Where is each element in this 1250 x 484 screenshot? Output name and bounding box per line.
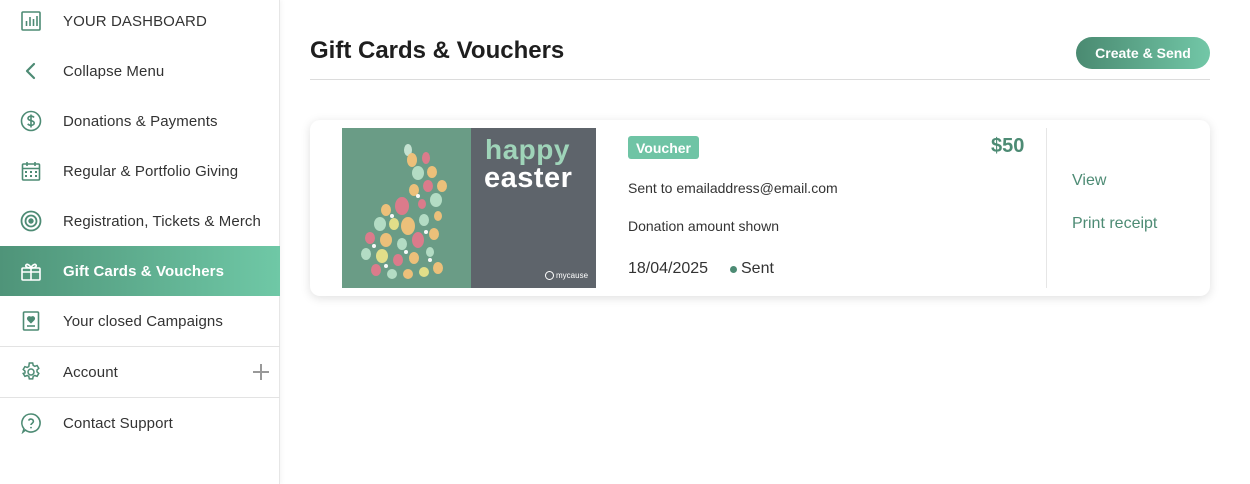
page-title: Gift Cards & Vouchers (310, 37, 565, 64)
status-dot-icon (730, 265, 737, 273)
view-link[interactable]: View (1072, 172, 1106, 190)
bar-chart-icon (20, 10, 42, 32)
voucher-amount: $50 (991, 135, 1025, 157)
sidebar-item-label: Your closed Campaigns (63, 312, 223, 330)
calendar-icon (20, 160, 42, 182)
voucher-image-art-panel (342, 128, 471, 288)
expand-plus-icon[interactable] (252, 363, 270, 381)
sent-to-line: Sent to emailaddress@email.com (628, 180, 838, 196)
voucher-image[interactable]: happy easter mycause (342, 128, 596, 288)
recipient-email: emailaddress@email.com (676, 180, 838, 196)
sidebar-item-registration-tickets-merch[interactable]: Registration, Tickets & Merch (0, 196, 280, 246)
sidebar-item-regular-portfolio-giving[interactable]: Regular & Portfolio Giving (0, 146, 280, 196)
sidebar-item-label: Regular & Portfolio Giving (63, 162, 239, 180)
donation-note: Donation amount shown (628, 218, 779, 234)
title-divider (310, 79, 1210, 80)
brand-logo: mycause (545, 271, 588, 280)
sent-to-label: Sent to (628, 180, 673, 196)
sidebar-item-label: Registration, Tickets & Merch (63, 212, 261, 230)
easter-bunny-eggs-icon (361, 144, 447, 279)
dollar-circle-icon (20, 110, 42, 132)
sidebar-item-closed-campaigns[interactable]: Your closed Campaigns (0, 296, 280, 346)
brand-logo-icon (545, 271, 554, 280)
sent-date: 18/04/2025 (628, 260, 709, 277)
sidebar-item-gift-cards-vouchers[interactable]: Gift Cards & Vouchers (0, 246, 280, 296)
card-divider (1046, 128, 1047, 288)
gift-icon (20, 260, 42, 282)
sidebar: YOUR DASHBOARD Collapse Menu Donations &… (0, 0, 280, 484)
print-receipt-link[interactable]: Print receipt (1072, 215, 1157, 233)
status-badge: Sent (730, 260, 774, 278)
help-icon (20, 412, 42, 434)
create-send-button[interactable]: Create & Send (1076, 37, 1210, 69)
sidebar-item-collapse-menu[interactable]: Collapse Menu (0, 46, 280, 96)
sidebar-item-dashboard[interactable]: YOUR DASHBOARD (0, 0, 280, 46)
sidebar-item-label: Account (63, 363, 118, 381)
sidebar-item-contact-support[interactable]: Contact Support (0, 398, 280, 448)
sidebar-item-label: Collapse Menu (63, 62, 165, 80)
voucher-card: happy easter mycause Voucher $50 Sent to… (310, 120, 1210, 296)
campaign-heart-icon (20, 310, 42, 332)
sidebar-item-label: YOUR DASHBOARD (63, 12, 207, 30)
target-icon (20, 210, 42, 232)
status-label: Sent (741, 260, 774, 277)
sidebar-item-account[interactable]: Account (0, 347, 280, 397)
voucher-image-line2: easter (484, 162, 573, 194)
sidebar-item-donations-payments[interactable]: Donations & Payments (0, 96, 280, 146)
voucher-type-badge: Voucher (628, 136, 699, 159)
sidebar-item-label: Donations & Payments (63, 112, 218, 130)
brand-logo-text: mycause (556, 271, 589, 280)
gear-icon (20, 361, 42, 383)
sidebar-item-label: Gift Cards & Vouchers (63, 262, 225, 280)
chevron-left-icon (20, 60, 42, 82)
sidebar-item-label: Contact Support (63, 414, 173, 432)
